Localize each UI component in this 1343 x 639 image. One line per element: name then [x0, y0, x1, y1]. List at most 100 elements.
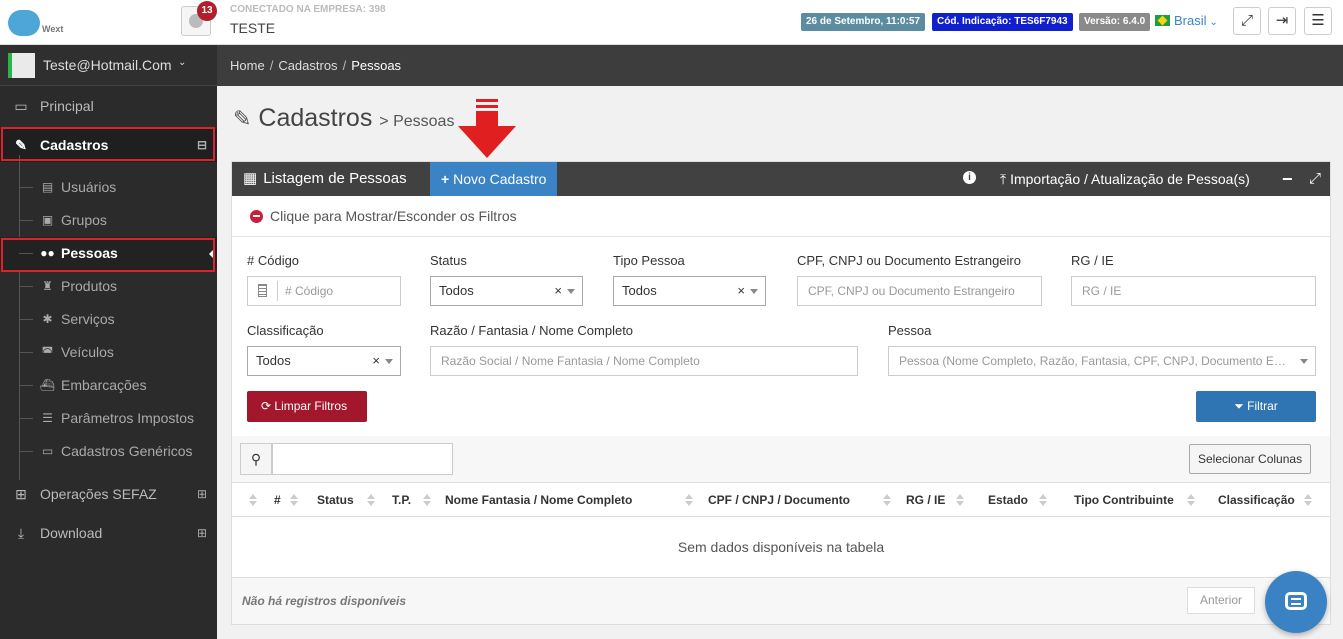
user-menu[interactable]: Teste@Hotmail.Com ⌄ [0, 45, 217, 86]
datetime-badge: 26 de Setembro, 11:0:57 [801, 13, 925, 31]
sidebar-subitem-cadastros-genericos[interactable]: ▭ Cadastros Genéricos [0, 435, 217, 468]
classificacao-label: Classificação [247, 323, 324, 338]
new-record-label: Novo Cadastro [453, 171, 547, 187]
pessoa-label: Pessoa [888, 323, 932, 338]
clear-filters-label: Limpar Filtros [274, 399, 348, 413]
column-header[interactable]: RG / IE [906, 483, 945, 517]
records-info: Não há registros disponíveis [242, 594, 407, 608]
page-title-text: Cadastros [258, 104, 373, 132]
sidebar-subitem-grupos[interactable]: ▣ Grupos [0, 204, 217, 237]
rg-ie-label: RG / IE [1071, 253, 1114, 268]
breadcrumb-separator: / [269, 58, 274, 73]
sidebar-subitem-veiculos[interactable]: ◚ Veículos [0, 336, 217, 369]
column-header[interactable]: CPF / CNPJ / Documento [708, 483, 850, 517]
column-header[interactable]: T.P. [392, 483, 411, 517]
logout-button[interactable]: ⇥ [1268, 7, 1296, 35]
panel-title: ▦ Listagem de Pessoas [243, 162, 407, 196]
sidebar-subitem-servicos[interactable]: ✱ Serviços [0, 303, 217, 336]
submenu-connector [19, 385, 33, 386]
sidebar-item-label: Operações SEFAZ [40, 486, 157, 502]
clear-icon[interactable]: × [737, 277, 745, 305]
fullscreen-button[interactable]: ⤢ [1233, 7, 1261, 35]
status-select[interactable]: Todos × [430, 276, 583, 306]
new-record-button[interactable]: + Novo Cadastro [430, 162, 558, 196]
dropdown-arrow-icon [750, 289, 758, 294]
rg-ie-field[interactable]: RG / IE [1071, 276, 1316, 306]
cpf-field[interactable]: CPF, CNPJ ou Documento Estrangeiro [797, 276, 1042, 306]
sidebar-item-principal[interactable]: ▭ Principal [0, 90, 217, 123]
brazil-flag-icon [1155, 15, 1170, 26]
table-footer: Não há registros disponíveis Anterior [232, 578, 1330, 624]
codigo-field[interactable]: # Código [247, 276, 401, 306]
submenu-connector [19, 220, 33, 221]
tipo-pessoa-select[interactable]: Todos × [613, 276, 766, 306]
highlight-cadastros [1, 127, 215, 161]
table-empty-message: Sem dados disponíveis na tabela [232, 517, 1330, 578]
breadcrumb-cadastros[interactable]: Cadastros [278, 58, 337, 73]
notifications-button[interactable]: 13 [181, 1, 217, 36]
pagination-previous[interactable]: Anterior [1187, 587, 1256, 614]
menu-button[interactable]: ☰ [1304, 7, 1332, 35]
column-header[interactable]: Classificação [1218, 483, 1295, 517]
sort-icon [249, 494, 257, 507]
filter-toggle[interactable]: Clique para Mostrar/Esconder os Filtros [232, 196, 1330, 237]
page-title: ✎ Cadastros > Pessoas [233, 104, 454, 133]
plus-icon: + [441, 171, 450, 187]
breadcrumb-pessoas: Pessoas [351, 58, 402, 73]
minimize-icon[interactable]: − [1282, 162, 1293, 196]
sliders-icon: ☰ [42, 411, 53, 425]
app-logo[interactable]: Wext [8, 8, 68, 38]
classificacao-select[interactable]: Todos × [247, 346, 401, 376]
table-search-input[interactable] [272, 443, 453, 475]
funnel-icon: ⏷ [1234, 399, 1244, 413]
highlight-pessoas [1, 238, 215, 272]
laptop-icon: ▭ [14, 98, 28, 114]
expand-icon[interactable]: ⤢ [1309, 162, 1321, 196]
logo-label: Wext [42, 24, 64, 34]
column-header[interactable]: Status [317, 483, 354, 517]
column-header[interactable]: Estado [988, 483, 1028, 517]
chat-widget-button[interactable] [1265, 571, 1327, 633]
group-icon: ▣ [41, 213, 54, 227]
table-header: # Status T.P. Nome Fantasia / Nome Compl… [232, 482, 1330, 517]
sidebar-item-label: Download [40, 525, 103, 541]
sort-icon [685, 494, 693, 507]
select-columns-button[interactable]: Selecionar Colunas [1189, 444, 1312, 474]
clear-icon[interactable]: × [554, 277, 562, 305]
import-label: Importação / Atualização de Pessoa(s) [1010, 171, 1250, 187]
sidebar-subitem-embarcacoes[interactable]: ⛴ Embarcações [0, 369, 217, 402]
info-icon[interactable]: i [963, 171, 976, 184]
breadcrumb-home[interactable]: Home [230, 58, 265, 73]
pessoa-select[interactable]: Pessoa (Nome Completo, Razão, Fantasia, … [888, 346, 1316, 376]
import-button[interactable]: ⤒ Importação / Atualização de Pessoa(s) [1000, 162, 1250, 196]
user-email: Teste@Hotmail.Com [43, 57, 172, 73]
filter-button[interactable]: ⏷ Filtrar [1196, 391, 1316, 422]
column-header[interactable]: Nome Fantasia / Nome Completo [445, 483, 632, 517]
clear-icon[interactable]: × [372, 347, 380, 375]
sidebar-item-download[interactable]: ⤓ Download ⊞ [0, 517, 217, 550]
pessoa-placeholder: Pessoa (Nome Completo, Razão, Fantasia, … [899, 354, 1316, 368]
building-icon [258, 284, 267, 297]
column-header[interactable]: # [274, 483, 281, 517]
sort-icon [956, 494, 964, 507]
sidebar-subitem-produtos[interactable]: ♜ Produtos [0, 270, 217, 303]
clear-filters-button[interactable]: ⟳ Limpar Filtros [247, 391, 367, 422]
sidebar-subitem-parametros-impostos[interactable]: ☰ Parâmetros Impostos [0, 402, 217, 435]
download-icon: ⤓ [17, 525, 25, 541]
red-arrow-annotation [458, 99, 516, 158]
submenu-connector [19, 451, 33, 452]
edit-icon: ✎ [233, 106, 252, 131]
submenu-connector [19, 187, 33, 188]
filter-label: Filtrar [1247, 399, 1278, 413]
column-header[interactable]: Tipo Contribuinte [1074, 483, 1174, 517]
language-dropdown[interactable]: Brasil ⌄ [1155, 13, 1218, 28]
razao-field[interactable]: Razão Social / Nome Fantasia / Nome Comp… [430, 346, 858, 376]
sidebar-subitem-label: Grupos [61, 212, 107, 228]
sidebar-item-label: Principal [40, 98, 94, 114]
sidebar-item-operacoes-sefaz[interactable]: ⊞ Operações SEFAZ ⊞ [0, 478, 217, 511]
sort-icon [290, 494, 298, 507]
cpf-label: CPF, CNPJ ou Documento Estrangeiro [797, 253, 1021, 268]
sidebar-subitem-usuarios[interactable]: ▤ Usuários [0, 171, 217, 204]
pessoas-panel: ▦ Listagem de Pessoas + Novo Cadastro i ⤒… [231, 161, 1331, 625]
search-icon: ⚲ [240, 443, 272, 475]
